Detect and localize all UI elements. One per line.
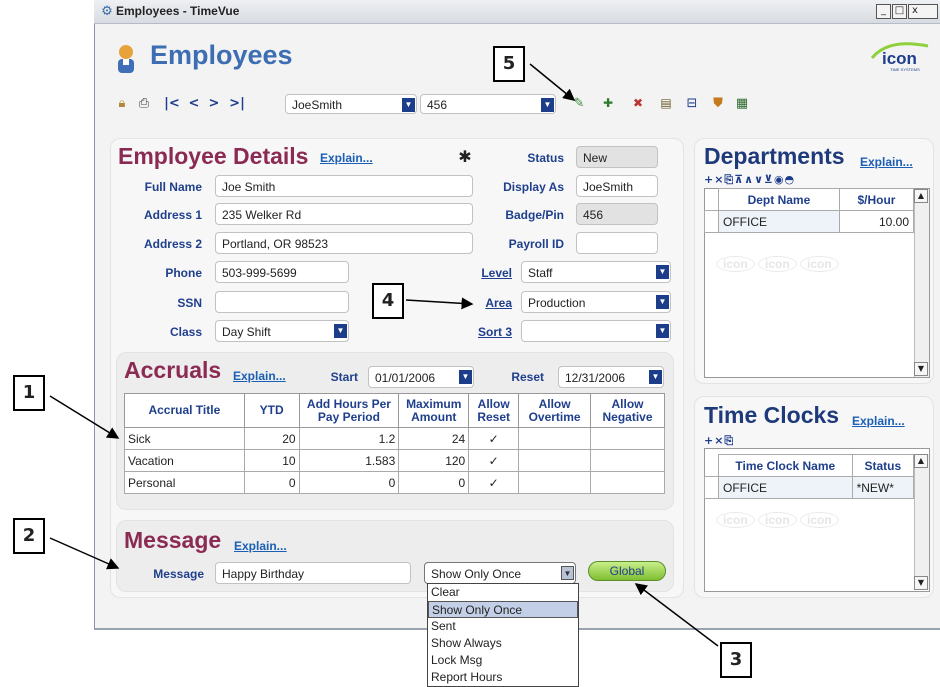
callout-arrows xyxy=(49,63,719,647)
callout-3: 3 xyxy=(720,642,752,678)
callout-4: 4 xyxy=(372,283,404,319)
callout-1-arrow xyxy=(49,395,120,439)
callout-4-arrow xyxy=(405,297,474,310)
callout-5: 5 xyxy=(493,46,525,82)
callout-2-arrow xyxy=(49,537,120,570)
callout-1: 1 xyxy=(13,375,45,411)
callout-5-arrow xyxy=(529,63,576,101)
callout-3-arrow xyxy=(634,583,719,647)
callout-2: 2 xyxy=(13,518,45,554)
